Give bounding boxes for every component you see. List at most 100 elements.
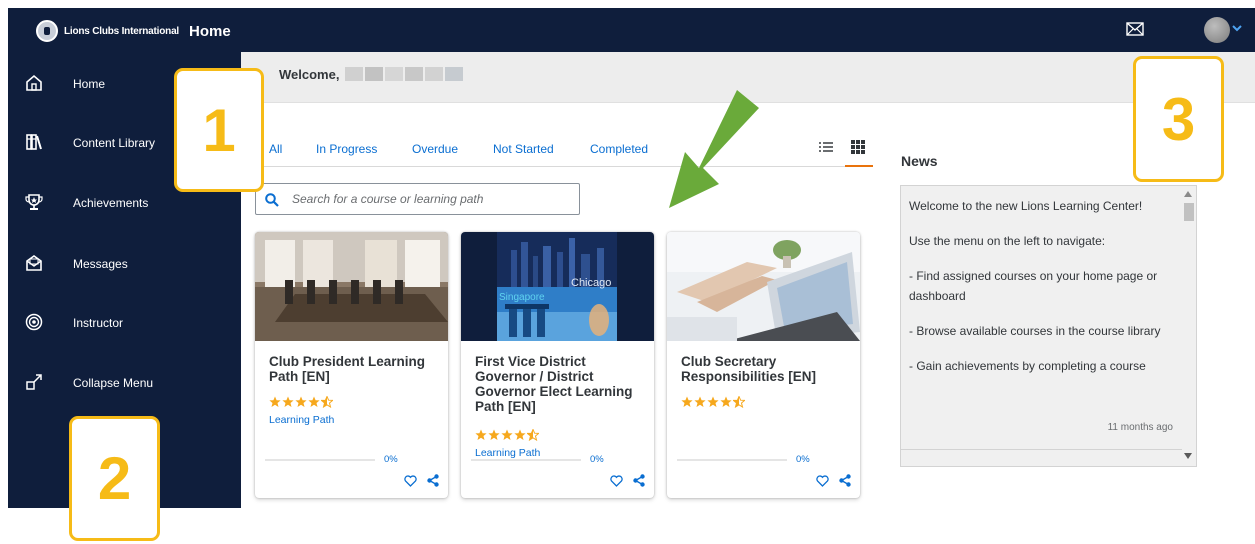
course-title[interactable]: Club President Learning Path [EN] (269, 354, 439, 384)
brand[interactable]: Lions Clubs International Home (36, 20, 231, 42)
image-label: Chicago (571, 277, 611, 289)
star-half-icon (733, 396, 745, 408)
sidebar-item-label: Home (73, 77, 106, 91)
chevron-down-icon[interactable] (1231, 23, 1243, 33)
progress-bar (265, 459, 375, 461)
star-icon (308, 396, 320, 407)
news-content: Welcome to the new Lions Learning Center… (909, 196, 1175, 391)
callout-badge-3: 3 (1133, 56, 1224, 182)
progress-percent: 0% (590, 454, 604, 465)
star-icon (269, 396, 281, 407)
sidebar-item-label: Collapse Menu (73, 376, 154, 390)
course-thumbnail-boardroom (255, 232, 448, 341)
heart-icon[interactable] (610, 475, 623, 487)
pointer-arrow-icon (669, 90, 759, 208)
search-box[interactable] (255, 183, 580, 215)
tab-completed[interactable]: Completed (590, 142, 648, 156)
progress-bar (471, 459, 581, 461)
redacted-name (445, 67, 463, 81)
scrollbar[interactable] (1181, 187, 1195, 465)
list-view-icon[interactable] (819, 141, 833, 153)
scroll-thumb[interactable] (1184, 203, 1194, 221)
heart-icon[interactable] (404, 475, 417, 487)
news-timestamp: 11 months ago (1107, 422, 1173, 433)
star-icon (707, 396, 719, 407)
star-icon (475, 429, 487, 440)
star-half-icon (527, 429, 539, 441)
tab-not-started[interactable]: Not Started (493, 142, 554, 156)
course-card-club-president[interactable]: Club President Learning Path [EN] Learni… (255, 232, 448, 498)
share-icon[interactable] (427, 474, 439, 487)
trophy-icon (25, 194, 43, 210)
progress-percent: 0% (384, 454, 398, 465)
star-icon (488, 429, 500, 440)
top-bar: Lions Clubs International Home (8, 8, 1255, 52)
brand-name: Lions Clubs International (64, 25, 180, 37)
redacted-name (385, 67, 403, 81)
star-icon (501, 429, 513, 440)
sidebar-item-label: Content Library (73, 136, 156, 150)
progress-percent: 0% (796, 454, 810, 465)
news-panel: Welcome to the new Lions Learning Center… (900, 185, 1197, 467)
share-icon[interactable] (633, 474, 645, 487)
divider (901, 449, 1182, 450)
star-icon (694, 396, 706, 407)
news-paragraph: - Find assigned courses on your home pag… (909, 269, 1158, 303)
callout-badge-1: 1 (174, 68, 264, 192)
course-thumbnail-laptop (667, 232, 860, 341)
share-icon[interactable] (839, 474, 851, 487)
tab-all[interactable]: All (269, 142, 282, 156)
heart-icon[interactable] (816, 475, 829, 487)
redacted-name (425, 67, 443, 81)
sidebar-item-label: Instructor (73, 316, 124, 330)
sidebar-item-collapse-menu[interactable]: Collapse Menu (8, 363, 241, 403)
search-input[interactable] (292, 190, 572, 208)
course-thumbnail-cities: Chicago Singapore (461, 232, 654, 341)
welcome-text: Welcome, (279, 67, 340, 82)
scroll-down-icon[interactable] (1184, 453, 1192, 459)
sidebar-item-instructor[interactable]: Instructor (8, 303, 241, 343)
news-paragraph: - Gain achievements by completing a cour… (909, 359, 1146, 373)
library-icon (26, 134, 42, 150)
progress-bar (677, 459, 787, 461)
course-type: Learning Path (269, 414, 335, 426)
news-paragraph: Welcome to the new Lions Learning Center… (909, 199, 1143, 213)
grid-view-icon[interactable] (851, 140, 865, 154)
star-icon (720, 396, 732, 407)
news-title: News (901, 153, 938, 169)
rating-stars (475, 429, 539, 441)
course-title[interactable]: Club Secretary Responsibilities [EN] (681, 354, 851, 384)
course-title[interactable]: First Vice District Governor / District … (475, 354, 645, 414)
sidebar-item-label: Messages (73, 257, 128, 271)
sidebar-item-label: Achievements (73, 196, 149, 210)
redacted-name (345, 67, 363, 81)
page: Lions Clubs International Home Home Cont… (0, 0, 1255, 544)
course-card-club-secretary[interactable]: Club Secretary Responsibilities [EN] 0% (667, 232, 860, 498)
star-half-icon (321, 396, 333, 408)
mail-icon[interactable] (1126, 22, 1144, 36)
avatar[interactable] (1204, 17, 1230, 43)
scroll-up-icon[interactable] (1184, 191, 1192, 197)
star-icon (295, 396, 307, 407)
rating-stars (269, 396, 333, 408)
instructor-icon (25, 313, 43, 331)
view-toggle-active-indicator (845, 165, 873, 167)
redacted-name (405, 67, 423, 81)
search-icon (265, 193, 279, 207)
rating-stars (681, 396, 745, 408)
redacted-name (365, 67, 383, 81)
star-icon (282, 396, 294, 407)
tab-in-progress[interactable]: In Progress (316, 142, 377, 156)
home-icon (26, 74, 42, 91)
news-paragraph: - Browse available courses in the course… (909, 324, 1161, 338)
news-paragraph: Use the menu on the left to navigate: (909, 234, 1106, 248)
lions-logo-icon (36, 20, 58, 42)
envelope-open-icon (26, 255, 42, 271)
course-filter-tabs: All In Progress Overdue Not Started Comp… (255, 140, 869, 167)
star-icon (514, 429, 526, 440)
collapse-icon (26, 374, 42, 390)
course-card-district-governor[interactable]: Chicago Singapore First Vice District Go… (461, 232, 654, 498)
tab-overdue[interactable]: Overdue (412, 142, 458, 156)
sidebar-item-messages[interactable]: Messages (8, 244, 241, 284)
page-title: Home (189, 22, 231, 40)
